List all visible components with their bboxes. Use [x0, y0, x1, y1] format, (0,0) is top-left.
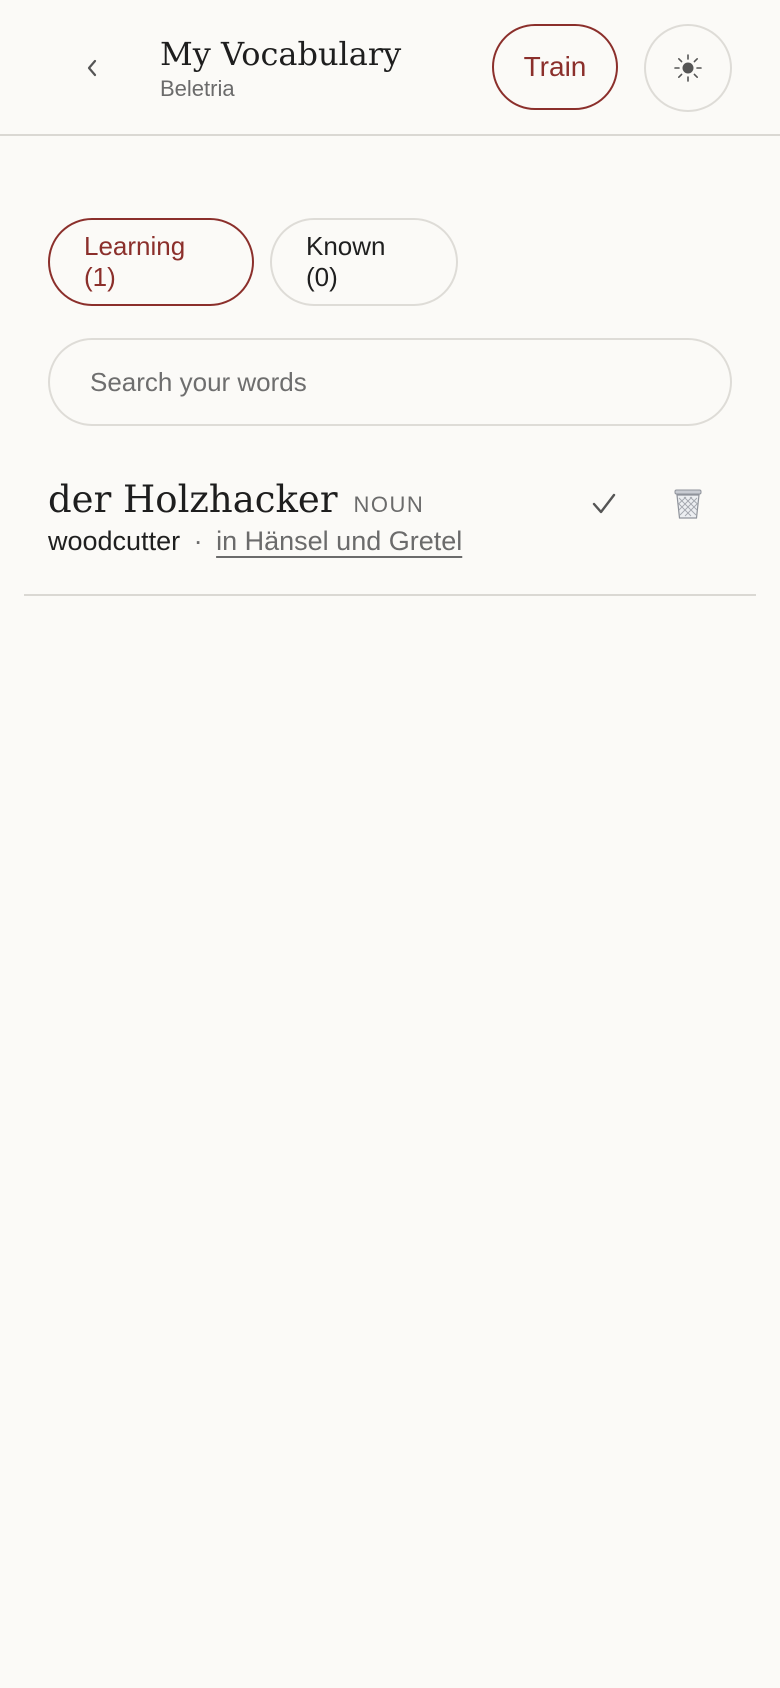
word-meaning: woodcutter · in Hänsel und Gretel — [48, 526, 462, 557]
part-of-speech: NOUN — [353, 492, 425, 517]
checkmark-icon — [592, 493, 616, 514]
app-header: My Vocabulary Beletria Train — [0, 0, 780, 136]
search-input[interactable] — [50, 340, 730, 424]
separator: · — [193, 526, 203, 556]
word-heading: der Holzhacker NOUN — [48, 478, 424, 521]
sun-icon — [674, 54, 702, 82]
theme-toggle-button[interactable] — [644, 24, 732, 112]
vocabulary-tabs: Learning (1) Known (0) — [48, 218, 458, 306]
chevron-left-icon — [87, 59, 97, 77]
translation: woodcutter — [48, 526, 181, 556]
headword: der Holzhacker — [48, 478, 338, 521]
tab-known[interactable]: Known (0) — [270, 218, 458, 306]
list-item: der Holzhacker NOUN woodcutter · in Häns… — [24, 460, 756, 596]
back-button[interactable] — [72, 46, 112, 90]
source-link[interactable]: in Hänsel und Gretel — [216, 526, 462, 556]
train-button[interactable]: Train — [492, 24, 618, 110]
page-subtitle: Beletria — [160, 76, 235, 101]
trash-icon — [674, 489, 702, 519]
search-box — [48, 338, 732, 426]
page-title: My Vocabulary — [160, 35, 402, 73]
header-titles: My Vocabulary Beletria — [160, 34, 401, 102]
mark-known-button[interactable] — [580, 480, 628, 528]
delete-button[interactable] — [664, 480, 712, 528]
tab-learning[interactable]: Learning (1) — [48, 218, 254, 306]
